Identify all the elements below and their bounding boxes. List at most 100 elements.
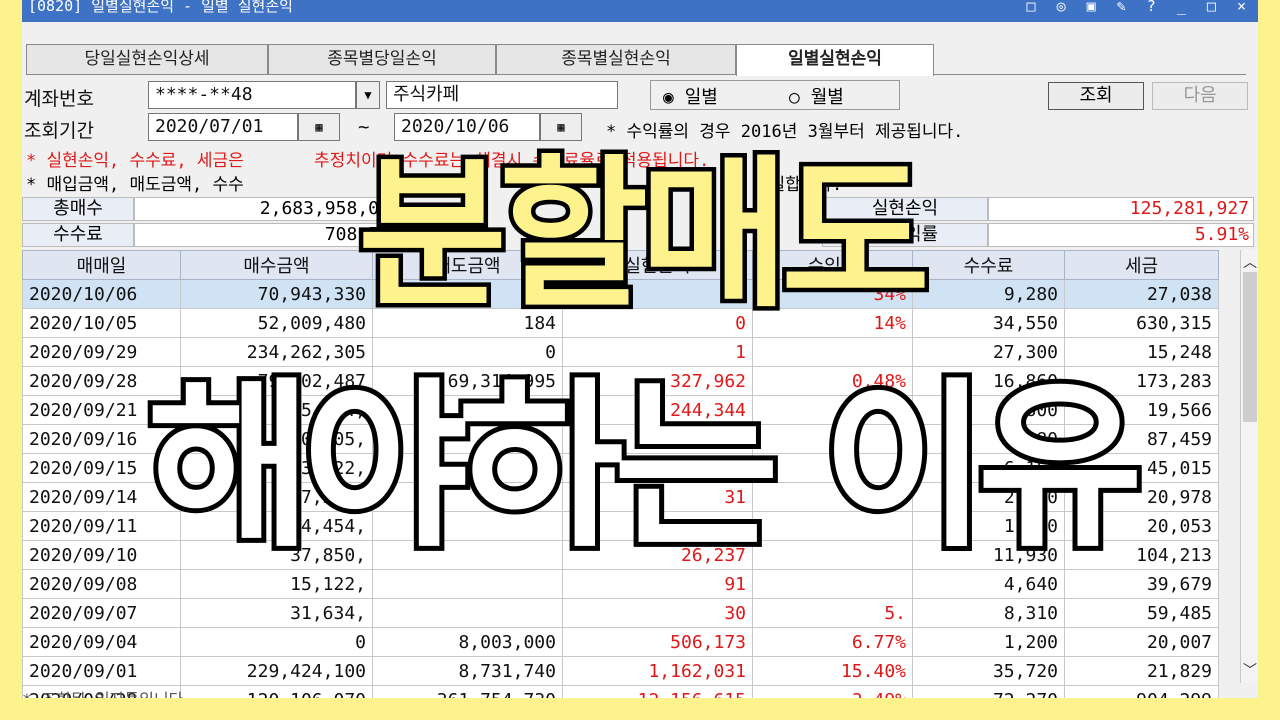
table-cell: 6,150: [912, 453, 1065, 483]
table-cell: 184: [372, 308, 563, 338]
footer-note: * 조회된 일자들입니다: [22, 686, 183, 698]
return-label: 총수익률: [822, 223, 988, 247]
table-cell: 14%: [752, 308, 913, 338]
table-cell: [752, 395, 913, 425]
table-cell: 2020/09/08: [22, 569, 181, 599]
table-cell: [752, 337, 913, 367]
next-button[interactable]: 다음: [1152, 82, 1248, 110]
table-cell: [372, 569, 563, 599]
table-row[interactable]: 2020/08/28120,106,070361,754,73012,156,6…: [22, 685, 1219, 698]
table-row[interactable]: 2020/09/21 15,074, 244,344 2,600 19,566: [22, 395, 1219, 425]
table-row[interactable]: 2020/09/15 23,022, 45% 6,150 45,015: [22, 453, 1219, 483]
table-cell: 5.: [752, 598, 913, 628]
table-cell: 2020/09/15: [22, 453, 181, 483]
tab-daily-realized[interactable]: 일별실현손익: [736, 44, 934, 76]
table-row[interactable]: 2020/10/06 70,943,330 34% 9,280 27,038: [22, 279, 1219, 309]
query-button[interactable]: 조회: [1048, 82, 1144, 110]
table-cell: 8,003,000: [372, 627, 563, 657]
table-cell: 234,262,305: [180, 337, 373, 367]
tab-realized-detail[interactable]: 당일실현손익상세: [26, 44, 268, 74]
table-cell: 26,237: [562, 540, 753, 570]
table-cell: [752, 482, 913, 512]
table-cell: 7,378,: [180, 482, 373, 512]
table-cell: 244,344: [562, 395, 753, 425]
total-buy-value: 2,683,958,0: [134, 197, 384, 221]
table-cell: 20,978: [1064, 482, 1219, 512]
fee-label: 수수료: [22, 223, 134, 247]
table-cell: 79,102,487: [180, 366, 373, 396]
total-buy-label: 총매수: [22, 197, 134, 221]
table-cell: 20,053: [1064, 511, 1219, 541]
col-fee[interactable]: 수수료: [912, 250, 1065, 280]
table-row[interactable]: 2020/09/28 79,102,487 69,314,995 327,962 0.4…: [22, 366, 1219, 396]
radio-unselected-icon: ○: [789, 87, 800, 108]
tab-stock-realized[interactable]: 종목별실현손익: [496, 44, 736, 74]
table-cell: 0: [180, 627, 373, 657]
calendar-from-button[interactable]: ▦: [298, 113, 340, 141]
table-row[interactable]: 2020/09/16 30,005, 010,411 7,380 87,459: [22, 424, 1219, 454]
table-cell: [372, 540, 563, 570]
note-estimate: * 실현손익, 수수료, 세금은 추정치이며 수수료는 체결시 수수료율로 적용…: [26, 146, 709, 171]
table-row[interactable]: 2020/09/10 37,850, 26,237 11,930 104,213: [22, 540, 1219, 570]
table-cell: [372, 453, 563, 483]
fee-value: 708,5: [134, 223, 384, 247]
table-cell: 37,850,: [180, 540, 373, 570]
table-cell: 30,005,: [180, 424, 373, 454]
table-cell: 45,015: [1064, 453, 1219, 483]
radio-selected-icon: ◉: [663, 87, 674, 108]
table-cell: 19,566: [1064, 395, 1219, 425]
table-cell: 4,640: [912, 569, 1065, 599]
table-row[interactable]: 2020/09/08 15,122, 91 4,640 39,679: [22, 569, 1219, 599]
calendar-icon: ▦: [557, 120, 565, 134]
col-return-rate[interactable]: 수익률: [752, 250, 913, 280]
table-row[interactable]: 2020/09/04 0 8,003,000 506,173 6.77% 1,200 20,…: [22, 627, 1219, 657]
table-cell: 0.48%: [752, 366, 913, 396]
table-cell: 1,200: [912, 627, 1065, 657]
scroll-down-icon[interactable]: ﹀: [1243, 660, 1257, 680]
return-value: 5.91%: [988, 223, 1254, 247]
table-row[interactable]: 2020/10/05 52,009,480 184 0 14% 34,550 630,315: [22, 308, 1219, 338]
col-trade-date[interactable]: 매매일: [22, 250, 181, 280]
table-cell: 34%: [752, 279, 913, 309]
vertical-scrollbar[interactable]: ︿ ﹀: [1240, 250, 1258, 683]
period-tilde: ~: [358, 116, 370, 138]
window-controls[interactable]: □ ◎ ▣ ✎ ? _ □ ×: [1027, 0, 1252, 16]
table-cell: 39,679: [1064, 569, 1219, 599]
table-cell: 21,829: [1064, 656, 1219, 686]
tab-stock-daily[interactable]: 종목별당일손익: [268, 44, 496, 74]
col-tax[interactable]: 세금: [1064, 250, 1219, 280]
table-cell: 35,720: [912, 656, 1065, 686]
account-number-field[interactable]: ****-**48: [148, 81, 356, 109]
period-note: * 수익률의 경우 2016년 3월부터 제공됩니다.: [606, 122, 964, 142]
table-row[interactable]: 2020/09/07 31,634, 30 5. 8,310 59,485: [22, 598, 1219, 628]
account-label: 계좌번호: [24, 88, 94, 110]
table-cell: 27,300: [912, 337, 1065, 367]
scroll-thumb[interactable]: [1243, 272, 1257, 422]
date-to-field[interactable]: 2020/10/06: [394, 113, 540, 141]
table-cell: 72,270: [912, 685, 1065, 698]
table-row[interactable]: 2020/09/14 7,378, 31 2,360 20,978: [22, 482, 1219, 512]
radio-daily[interactable]: ◉ 일별: [663, 83, 718, 109]
table-cell: [372, 279, 563, 309]
calendar-to-button[interactable]: ▦: [540, 113, 582, 141]
table-cell: 104,213: [1064, 540, 1219, 570]
table-row[interactable]: 2020/09/11 4,454, 47 1,870 20,053: [22, 511, 1219, 541]
col-realized-pnl[interactable]: 실현손익: [562, 250, 753, 280]
title-bar: [0820] 일별실현손익 - 일별 실현손익 □ ◎ ▣ ✎ ? _ □ ×: [22, 0, 1258, 22]
scroll-up-icon[interactable]: ︿: [1243, 252, 1257, 272]
summary-panel: 총매수 2,683,958,0 수수료 708,5 실현손익 125,281,9…: [22, 197, 1258, 247]
note-estimate-a: * 실현손익, 수수료, 세금은: [26, 151, 255, 171]
table-header-row: 매매일 매수금액 매도금액 실현손익 수익률 수수료 세금: [22, 250, 1219, 280]
date-from-field[interactable]: 2020/07/01: [148, 113, 298, 141]
table-cell: 59,485: [1064, 598, 1219, 628]
col-sell-amount[interactable]: 매도금액: [372, 250, 563, 280]
realized-label: 실현손익: [822, 197, 988, 221]
table-cell: 15,248: [1064, 337, 1219, 367]
table-row[interactable]: 2020/09/01 229,424,100 8,731,740 1,162,031 1…: [22, 656, 1219, 686]
radio-monthly[interactable]: ○ 월별: [789, 83, 844, 109]
table-row[interactable]: 2020/09/29 234,262,305 0 1 27,300 15,248: [22, 337, 1219, 367]
col-buy-amount[interactable]: 매수금액: [180, 250, 373, 280]
account-dropdown-button[interactable]: ▼: [356, 81, 380, 109]
table-cell: [372, 424, 563, 454]
table-cell: [372, 511, 563, 541]
